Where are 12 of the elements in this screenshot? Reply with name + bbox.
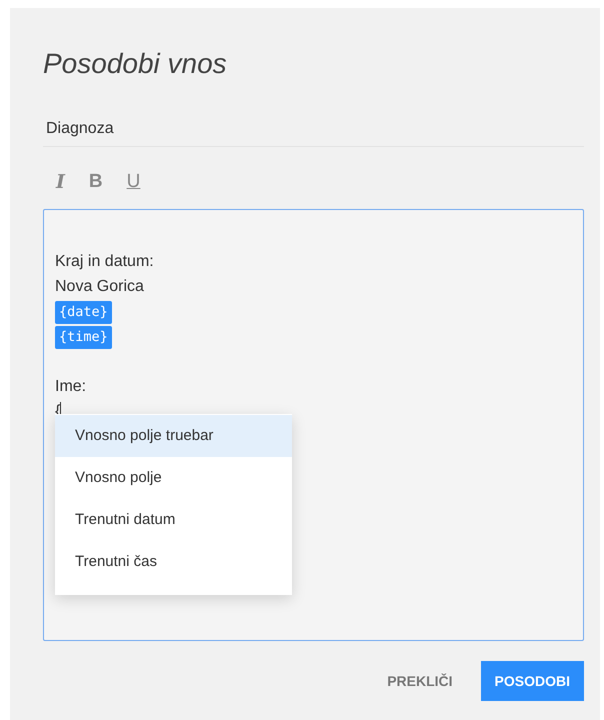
editor-text: Kraj in datum: [55,252,154,272]
cancel-button[interactable]: PREKLIČI [375,661,465,701]
diagnosis-field[interactable]: Diagnoza [43,118,584,147]
menu-item[interactable]: Trenutni čas [55,541,292,583]
menu-item[interactable]: Trenutni datum [55,499,292,541]
placeholder-tag: {date} [55,301,112,324]
editor-text: Ime: [55,377,86,397]
placeholder-tag: {time} [55,326,112,349]
menu-item[interactable]: Vnosno polje truebar [55,415,292,457]
editor-text: Nova Gorica [55,277,144,297]
dialog-title: Posodobi vnos [43,48,228,81]
menu-item[interactable]: Vnosno polje [55,457,292,499]
